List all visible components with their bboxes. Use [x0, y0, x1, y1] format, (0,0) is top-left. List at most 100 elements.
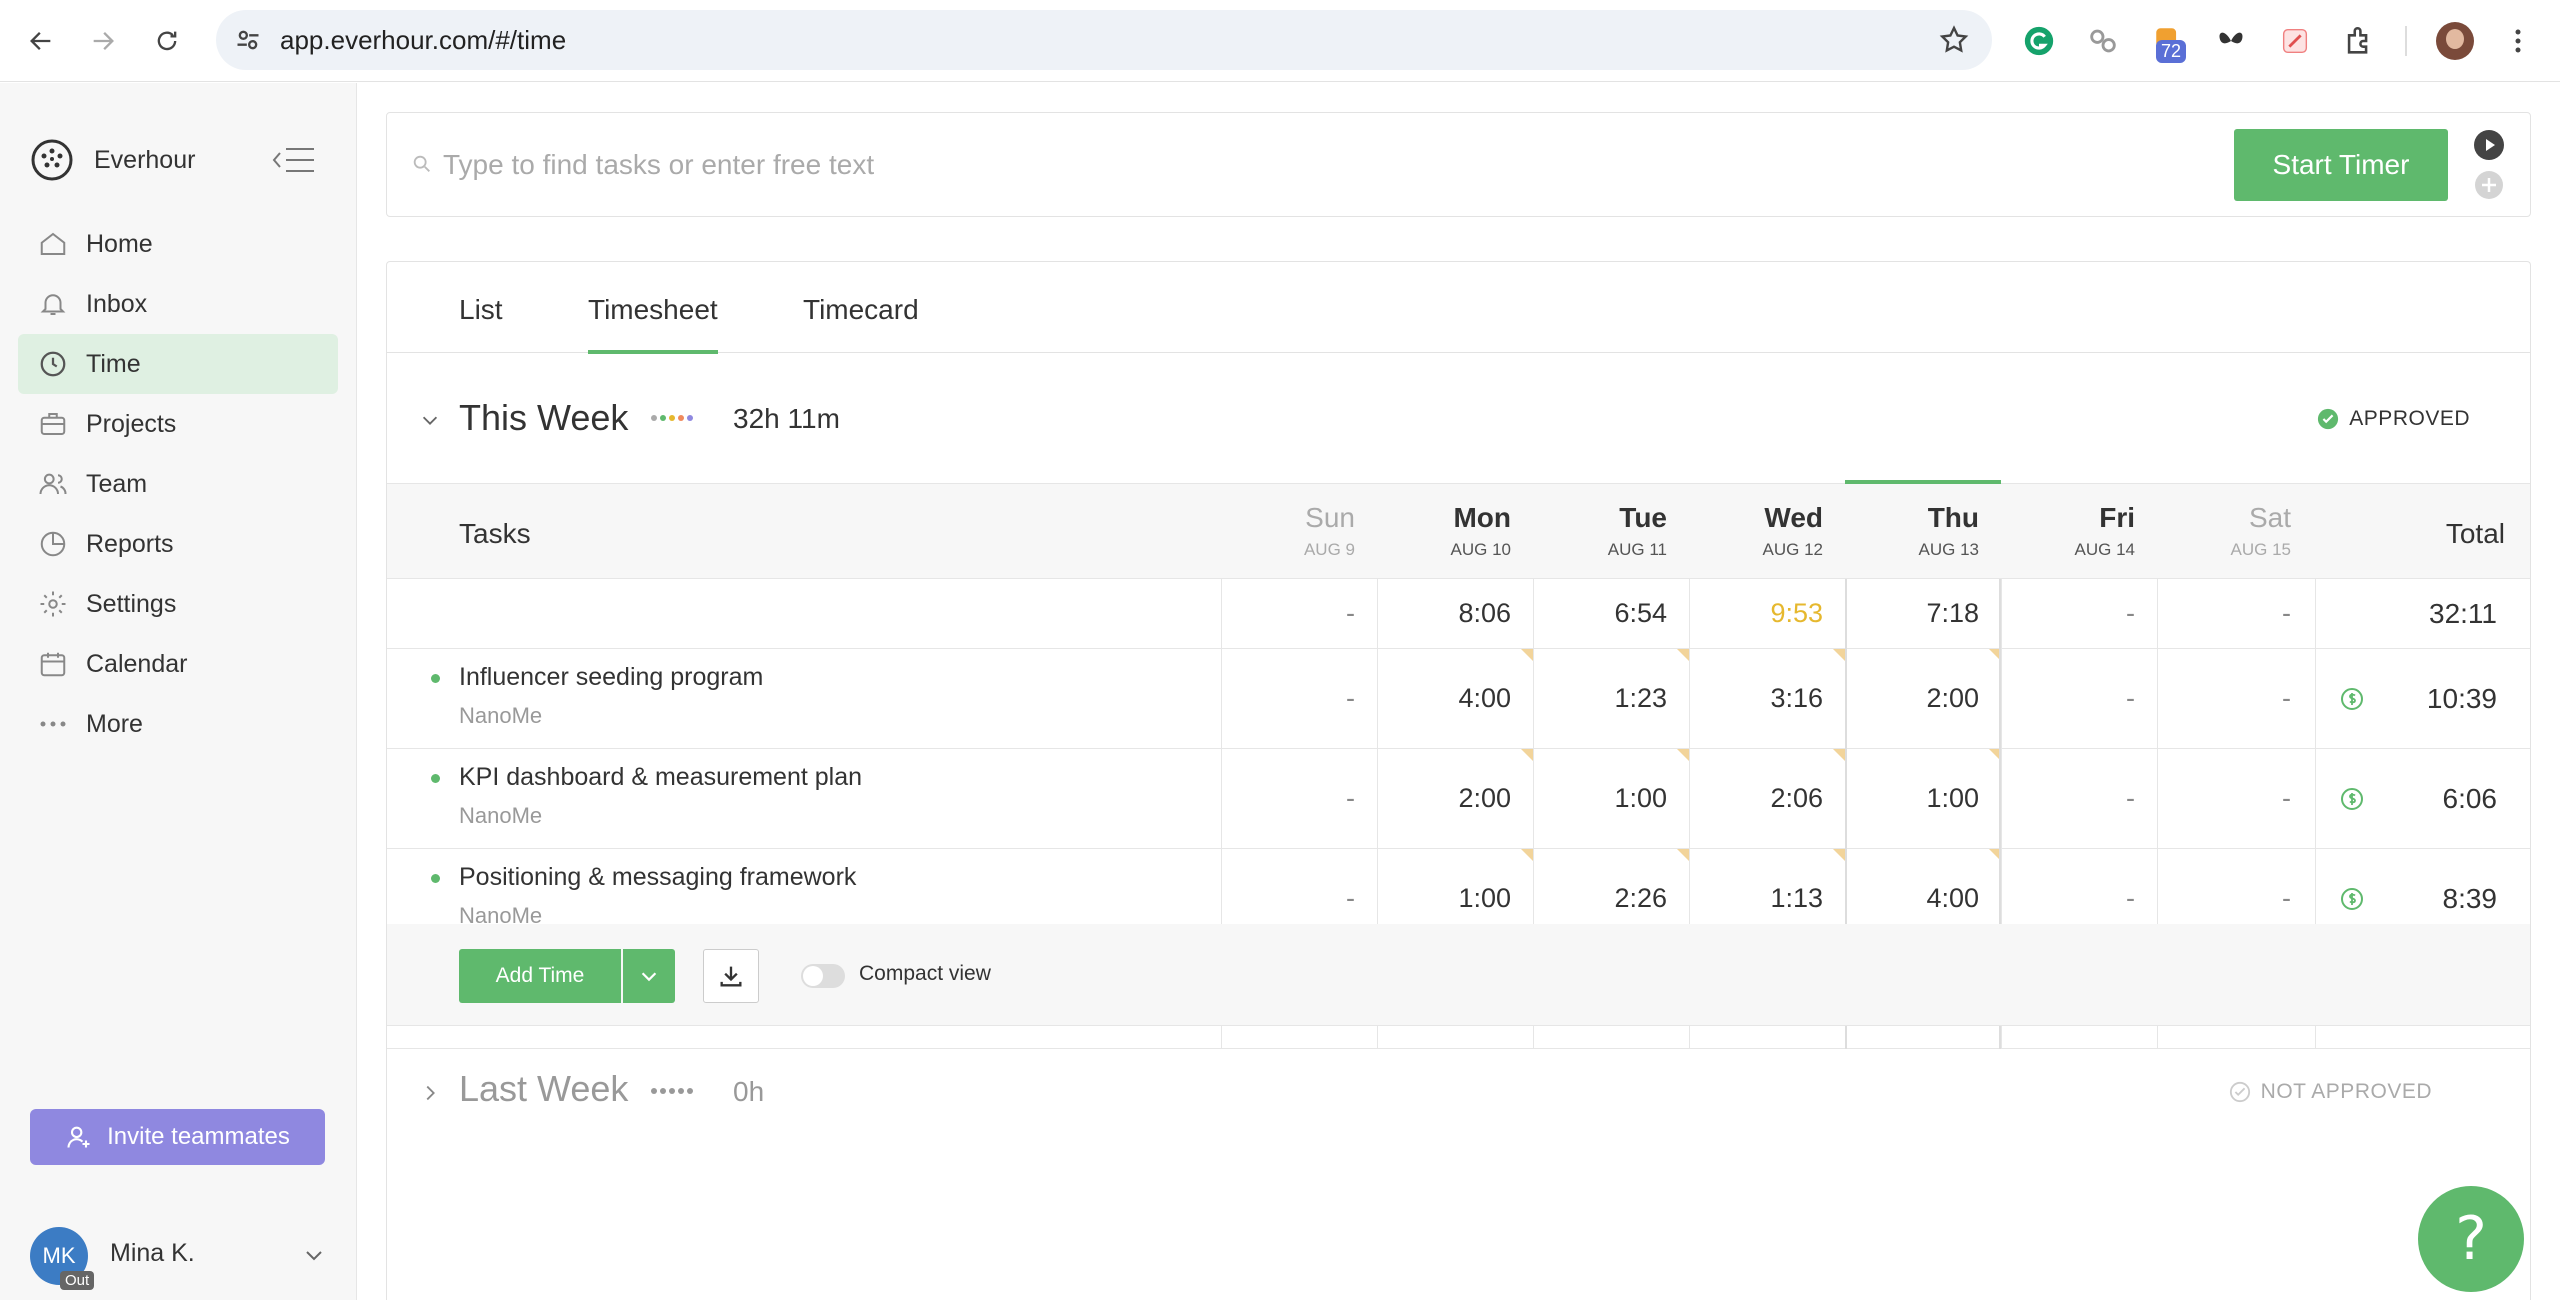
time-value: -: [2282, 783, 2291, 813]
sidebar-item-reports[interactable]: Reports: [18, 514, 338, 574]
tab-list[interactable]: List: [459, 294, 503, 326]
note-corner-marker: [1833, 849, 1845, 861]
time-value: 4:00: [1926, 883, 1979, 913]
time-entry-cell[interactable]: 1:00: [1533, 749, 1689, 848]
export-button[interactable]: [703, 949, 759, 1003]
browser-profile-avatar[interactable]: [2436, 22, 2474, 60]
activity-dot: [669, 415, 675, 421]
compact-view-label: Compact view: [859, 962, 991, 985]
time-entry-cell[interactable]: 3:16: [1689, 649, 1845, 748]
home-icon: [40, 232, 66, 255]
time-value: -: [1346, 783, 1355, 813]
approval-status[interactable]: NOT APPROVED: [2229, 1080, 2432, 1104]
time-entry-cell[interactable]: 1:00: [1845, 749, 2001, 848]
row-total-cell: 10:39: [2315, 649, 2529, 748]
row-total-cell: 6:06: [2315, 749, 2529, 848]
time-entry-cell[interactable]: 2:06: [1689, 749, 1845, 848]
sidebar-item-projects[interactable]: Projects: [18, 394, 338, 454]
day-header-sun: Sun AUG 9: [1221, 484, 1377, 580]
status-badge: Out: [60, 1271, 95, 1290]
week-title[interactable]: This Week: [459, 397, 628, 439]
add-time-dropdown[interactable]: [623, 949, 675, 1003]
time-value: 2:26: [1614, 883, 1667, 913]
sidebar-item-label: Settings: [86, 589, 177, 618]
task-name[interactable]: Influencer seeding program: [459, 663, 763, 692]
time-entry-cell[interactable]: -: [1221, 749, 1377, 848]
time-value: -: [1346, 683, 1355, 713]
browser-menu-icon[interactable]: [2506, 22, 2530, 60]
task-name[interactable]: Positioning & messaging framework: [459, 863, 856, 892]
sidebar-item-settings[interactable]: Settings: [18, 574, 338, 634]
day-name: Sun: [1305, 502, 1355, 533]
forward-button[interactable]: [80, 18, 126, 64]
butterfly-extension-icon[interactable]: [2212, 22, 2250, 60]
reload-button[interactable]: [144, 18, 190, 64]
time-entry-cell[interactable]: 2:00: [1845, 649, 2001, 748]
sidebar-item-inbox[interactable]: Inbox: [18, 274, 338, 334]
address-bar[interactable]: app.everhour.com/#/time: [216, 10, 1992, 70]
add-time-button[interactable]: Add Time: [459, 949, 621, 1003]
day-name: Wed: [1764, 502, 1823, 533]
play-icon[interactable]: [2473, 129, 2505, 161]
check-circle-icon: [2318, 408, 2339, 430]
help-chat-button[interactable]: ?: [2418, 1186, 2524, 1292]
extensions-puzzle-icon[interactable]: [2340, 22, 2378, 60]
back-button[interactable]: [18, 18, 64, 64]
day-total-cell: 7:18: [1845, 579, 2001, 648]
browser-toolbar: app.everhour.com/#/time 72: [0, 0, 2560, 82]
chevron-right-icon[interactable]: [419, 1082, 441, 1104]
time-entry-cell[interactable]: -: [2001, 649, 2157, 748]
forward-arrow-icon: [93, 32, 114, 50]
billable-dollar-icon: [2341, 687, 2363, 710]
sidebar-item-team[interactable]: Team: [18, 454, 338, 514]
day-date: AUG 11: [1607, 540, 1667, 559]
pen-extension-icon[interactable]: [2276, 22, 2314, 60]
sidebar-item-more[interactable]: More: [18, 694, 338, 754]
time-entry-cell[interactable]: -: [2157, 649, 2313, 748]
time-entry-cell[interactable]: 2:00: [1377, 749, 1533, 848]
brand[interactable]: Everhour: [30, 138, 195, 182]
time-entry-cell[interactable]: 1:23: [1533, 649, 1689, 748]
task-project[interactable]: NanoMe: [459, 703, 542, 729]
bookmark-star-icon[interactable]: [1938, 24, 1970, 56]
user-menu[interactable]: MK Out Mina K.: [30, 1223, 330, 1290]
invite-teammates-button[interactable]: Invite teammates: [30, 1109, 325, 1165]
site-info-icon[interactable]: [234, 26, 262, 54]
time-entry-cell[interactable]: 4:00: [1377, 649, 1533, 748]
sidebar-item-home[interactable]: Home: [18, 214, 338, 274]
activity-dots: [651, 415, 693, 421]
collapse-sidebar-icon[interactable]: [270, 143, 318, 177]
tab-timecard[interactable]: Timecard: [803, 294, 919, 326]
sidebar-item-label: Home: [86, 229, 153, 258]
search-input[interactable]: [443, 143, 2243, 187]
link-extension-icon[interactable]: [2084, 22, 2122, 60]
day-total-cell: -: [1221, 579, 1377, 648]
time-value: -: [2126, 783, 2135, 813]
day-date: AUG 15: [2230, 540, 2291, 559]
sidebar-item-calendar[interactable]: Calendar: [18, 634, 338, 694]
gear-icon: [40, 591, 66, 617]
compact-view-toggle[interactable]: [801, 964, 845, 988]
approval-status[interactable]: APPROVED: [2317, 407, 2470, 431]
day-header-thu: Thu AUG 13: [1845, 480, 2001, 580]
time-value: 1:23: [1614, 683, 1667, 713]
timesheet-panel: List Timesheet Timecard This Week 32h 11…: [386, 261, 2531, 1300]
tab-timesheet[interactable]: Timesheet: [588, 294, 718, 354]
time-entry-cell[interactable]: -: [2001, 749, 2157, 848]
grammarly-extension-icon[interactable]: [2020, 22, 2058, 60]
time-entry-cell[interactable]: -: [2157, 749, 2313, 848]
sidebar-item-time[interactable]: Time: [18, 334, 338, 394]
task-name[interactable]: KPI dashboard & measurement plan: [459, 763, 862, 792]
last-week-header: Last Week 0h NOT APPROVED: [387, 1026, 2530, 1156]
day-totals-row: -8:06 6:54 9:53 7:18- -32:11: [387, 579, 2530, 649]
chevron-down-icon[interactable]: [419, 409, 441, 431]
day-name: Tue: [1619, 502, 1667, 533]
grid-header: Tasks Sun AUG 9 Mon AUG 10 Tue AUG 11 Wed AUG 1…: [387, 480, 2530, 580]
note-corner-marker: [1677, 749, 1689, 761]
task-project[interactable]: NanoMe: [459, 803, 542, 829]
start-timer-button[interactable]: Start Timer: [2234, 129, 2448, 201]
download-icon: [720, 966, 742, 987]
week-title[interactable]: Last Week: [459, 1068, 628, 1110]
time-entry-cell[interactable]: -: [1221, 649, 1377, 748]
plus-circle-icon[interactable]: [2473, 169, 2505, 201]
